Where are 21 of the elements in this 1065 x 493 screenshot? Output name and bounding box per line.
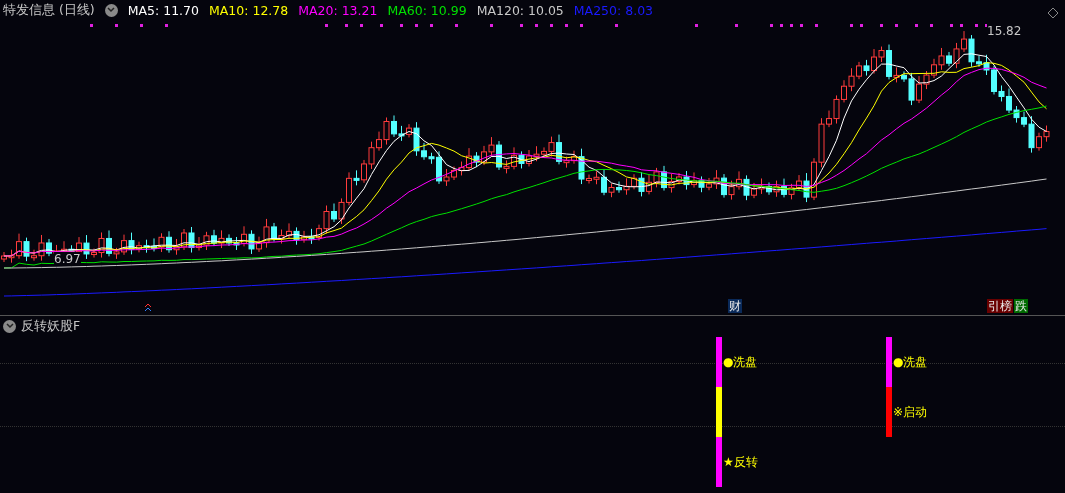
indicator-title: 反转妖股F bbox=[21, 317, 81, 335]
event-tag[interactable]: 财 bbox=[728, 299, 742, 313]
low-price-label: 6.97 bbox=[54, 252, 81, 266]
chevron-down-icon[interactable] bbox=[104, 3, 118, 17]
double-chevron-up-icon bbox=[144, 303, 152, 312]
high-price-label: 15.82 bbox=[987, 24, 1022, 38]
signal-label: ●洗盘 bbox=[723, 353, 758, 371]
diamond-icon[interactable] bbox=[1047, 7, 1059, 19]
moving-average-label: MA20: 13.21 bbox=[298, 2, 378, 18]
moving-average-label: MA120: 10.05 bbox=[476, 2, 564, 18]
moving-average-label: MA60: 10.99 bbox=[387, 2, 467, 18]
stock-title: 特发信息 (日线) bbox=[3, 1, 95, 19]
event-tag[interactable]: 跌 bbox=[1014, 299, 1028, 313]
signal-label: ※启动 bbox=[893, 403, 928, 421]
signal-label: ★反转 bbox=[723, 453, 758, 471]
chevron-down-icon[interactable] bbox=[3, 319, 16, 333]
moving-average-label: MA250: 8.03 bbox=[573, 2, 654, 18]
event-tag[interactable]: 引榜 bbox=[987, 299, 1013, 313]
signal-label: ●洗盘 bbox=[893, 353, 928, 371]
moving-average-label: MA10: 12.78 bbox=[209, 2, 289, 18]
moving-average-label: MA5: 11.70 bbox=[127, 2, 199, 18]
